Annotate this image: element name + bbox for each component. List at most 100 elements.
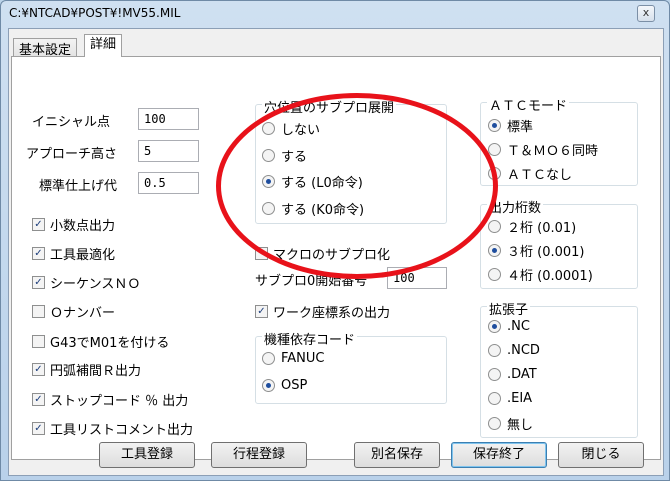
digits-4-radio[interactable]: ４桁 (0.0001) — [488, 265, 593, 284]
atc-mode-legend: ＡＴＣモード — [487, 95, 570, 114]
radio-mark — [488, 344, 501, 357]
initial-point-label: イニシャル点 — [32, 115, 111, 130]
checkbox-mark: ✓ — [32, 363, 45, 376]
radio-mark — [262, 352, 275, 365]
radio-label: ３桁 (0.001) — [507, 245, 585, 260]
details-panel: イニシャル点 100 アプローチ高さ 5 標準仕上げ代 0.5 ✓ 小数点出力 … — [11, 56, 661, 460]
radio-label: ＡＴＣなし — [507, 168, 573, 183]
ext-ncd-radio[interactable]: .NCD — [488, 343, 540, 358]
digits-3-radio[interactable]: ３桁 (0.001) — [488, 241, 585, 260]
checkbox-label: ワーク座標系の出力 — [273, 306, 391, 321]
radio-label: ２桁 (0.01) — [507, 221, 577, 236]
radio-label: .DAT — [507, 367, 537, 382]
checkbox-label: Ｏナンバー — [50, 306, 116, 321]
machine-code-group: 機種依存コード — [255, 329, 447, 404]
checkbox-mark: ✓ — [32, 276, 45, 289]
radio-mark — [488, 320, 501, 333]
machine-code-legend: 機種依存コード — [262, 329, 358, 348]
atc-none-radio[interactable]: ＡＴＣなし — [488, 164, 572, 183]
subprog-l0-radio[interactable]: する (L0命令) — [262, 172, 363, 191]
radio-mark — [488, 119, 501, 132]
radio-label: .NCD — [507, 343, 540, 358]
radio-mark — [262, 379, 275, 392]
radio-mark — [488, 244, 501, 257]
radio-mark — [488, 220, 501, 233]
radio-mark — [488, 417, 501, 430]
radio-label: Ｔ＆ＭＯ６同時 — [507, 144, 599, 159]
work-coord-output-checkbox[interactable]: ✓ ワーク座標系の出力 — [255, 302, 390, 321]
approach-height-input[interactable]: 5 — [138, 140, 199, 162]
checkbox-mark: ✓ — [32, 422, 45, 435]
checkbox-label: 工具最適化 — [50, 248, 116, 263]
radio-mark — [488, 392, 501, 405]
subprog-expansion-legend: 穴位置のサブプロ展開 — [262, 97, 397, 116]
fanuc-radio[interactable]: FANUC — [262, 351, 325, 366]
approach-height-label: アプローチ高さ — [26, 147, 118, 162]
output-digits-legend: 出力桁数 — [487, 197, 544, 216]
radio-mark — [488, 368, 501, 381]
checkbox-mark: ✓ — [32, 247, 45, 260]
ext-dat-radio[interactable]: .DAT — [488, 367, 537, 382]
checkbox-label: 小数点出力 — [50, 219, 116, 234]
save-exit-button[interactable]: 保存終了 — [451, 442, 547, 468]
arc-r-output-checkbox[interactable]: ✓ 円弧補間Ｒ出力 — [32, 360, 141, 379]
sequence-no-checkbox[interactable]: ✓ シーケンスＮＯ — [32, 273, 140, 292]
close-button[interactable]: 閉じる — [558, 442, 644, 468]
subprog-yes-radio[interactable]: する — [262, 146, 307, 165]
process-register-button[interactable]: 行程登録 — [211, 442, 307, 468]
radio-mark — [262, 149, 275, 162]
subprog-k0-radio[interactable]: する (K0命令) — [262, 199, 364, 218]
atc-standard-radio[interactable]: 標準 — [488, 116, 533, 135]
ext-nc-radio[interactable]: .NC — [488, 319, 530, 334]
window-title: C:¥NTCAD¥POST¥!MV55.MIL — [9, 6, 181, 20]
finish-allowance-input[interactable]: 0.5 — [138, 172, 199, 194]
osp-radio[interactable]: OSP — [262, 378, 307, 393]
radio-label: .EIA — [507, 391, 533, 406]
save-as-button[interactable]: 別名保存 — [354, 442, 440, 468]
radio-label: FANUC — [281, 351, 325, 366]
subprog-start-input[interactable]: 100 — [387, 267, 447, 289]
checkbox-label: 工具リストコメント出力 — [50, 423, 194, 438]
checkbox-mark — [32, 335, 45, 348]
dialog-window: C:¥NTCAD¥POST¥!MV55.MIL x 基本設定 詳細 イニシャル点… — [0, 0, 670, 481]
initial-point-input[interactable]: 100 — [138, 108, 199, 130]
checkbox-mark: ✓ — [32, 393, 45, 406]
checkbox-mark — [32, 305, 45, 318]
dialog-client: 基本設定 詳細 イニシャル点 100 アプローチ高さ 5 標準仕上げ代 0.5 … — [8, 28, 664, 476]
checkbox-mark: ✓ — [32, 218, 45, 231]
radio-label: 無し — [507, 418, 534, 433]
o-number-checkbox[interactable]: Ｏナンバー — [32, 302, 115, 321]
radio-label: する (L0命令) — [281, 176, 363, 191]
subprog-start-label: サブプロ0開始番号 — [255, 274, 368, 289]
stop-code-output-checkbox[interactable]: ✓ ストップコード ％ 出力 — [32, 390, 188, 409]
tab-basic-settings[interactable]: 基本設定 — [13, 38, 78, 58]
close-window-button[interactable]: x — [637, 5, 655, 22]
finish-allowance-label: 標準仕上げ代 — [39, 179, 118, 194]
tool-optimize-checkbox[interactable]: ✓ 工具最適化 — [32, 244, 115, 263]
radio-label: OSP — [281, 378, 308, 393]
checkbox-mark: ✓ — [255, 305, 268, 318]
radio-label: しない — [281, 123, 321, 138]
digits-2-radio[interactable]: ２桁 (0.01) — [488, 217, 576, 236]
macro-subprog-checkbox[interactable]: マクロのサブプロ化 — [255, 244, 390, 263]
ext-eia-radio[interactable]: .EIA — [488, 391, 532, 406]
checkbox-mark — [255, 247, 268, 260]
ext-none-radio[interactable]: 無し — [488, 414, 533, 433]
tool-register-button[interactable]: 工具登録 — [99, 442, 195, 468]
tool-list-comment-checkbox[interactable]: ✓ 工具リストコメント出力 — [32, 419, 193, 438]
atc-t-m06-radio[interactable]: Ｔ＆ＭＯ６同時 — [488, 140, 598, 159]
subprog-none-radio[interactable]: しない — [262, 119, 320, 138]
g43-m01-checkbox[interactable]: G43でM01を付ける — [32, 332, 169, 351]
checkbox-label: G43でM01を付ける — [50, 336, 170, 351]
decimal-point-output-checkbox[interactable]: ✓ 小数点出力 — [32, 215, 115, 234]
tab-details[interactable]: 詳細 — [84, 34, 123, 57]
extension-legend: 拡張子 — [487, 299, 531, 318]
radio-label: .NC — [507, 319, 530, 334]
radio-mark — [262, 202, 275, 215]
radio-mark — [488, 268, 501, 281]
radio-mark — [488, 167, 501, 180]
radio-label: する — [281, 150, 308, 165]
checkbox-label: マクロのサブプロ化 — [273, 248, 391, 263]
radio-label: ４桁 (0.0001) — [507, 269, 593, 284]
checkbox-label: 円弧補間Ｒ出力 — [50, 364, 142, 379]
